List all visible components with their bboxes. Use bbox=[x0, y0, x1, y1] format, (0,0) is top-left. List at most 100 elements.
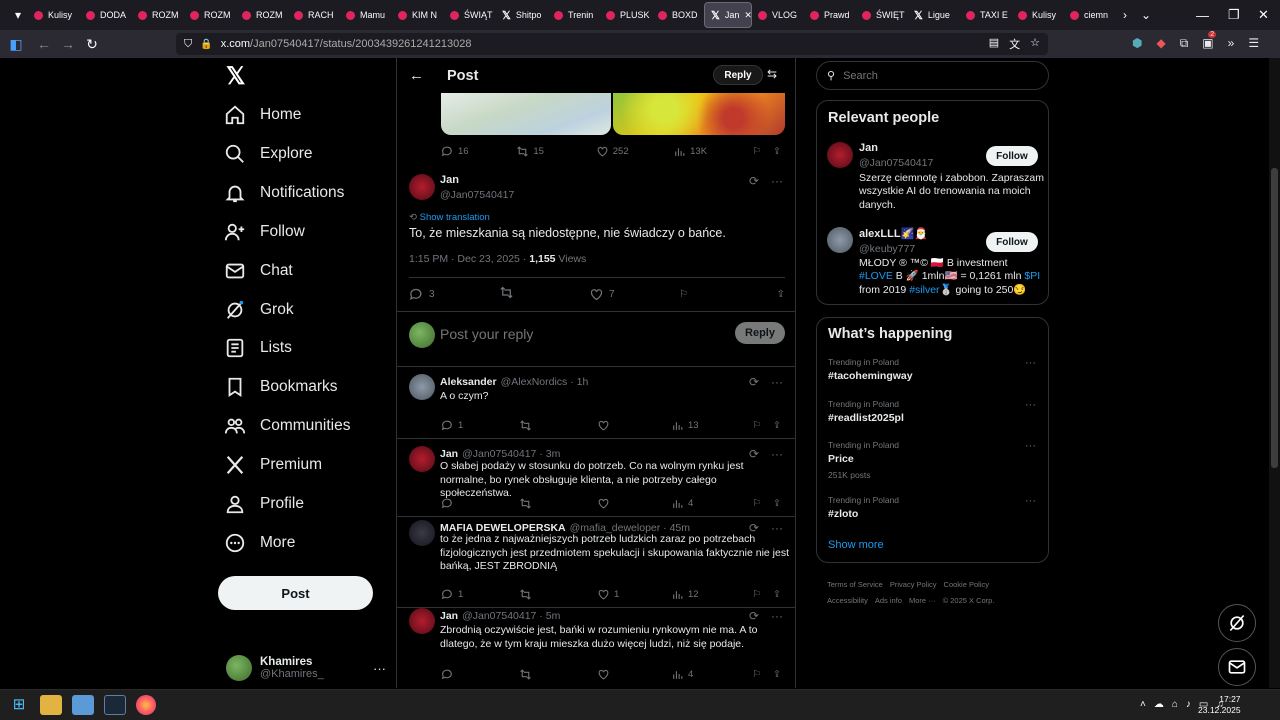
more-icon[interactable]: ··· bbox=[1025, 495, 1036, 507]
footer-link[interactable]: More ··· bbox=[909, 596, 936, 605]
reply-header[interactable]: Aleksander @AlexNordics · 1h bbox=[440, 376, 588, 388]
bookmark-icon[interactable]: ⚐ bbox=[753, 589, 762, 600]
reply-action[interactable]: 16 bbox=[441, 145, 516, 158]
filter-icon[interactable]: ⇆ bbox=[767, 67, 777, 81]
like-action[interactable] bbox=[597, 419, 671, 432]
forward-icon[interactable]: → bbox=[56, 36, 80, 52]
browser-tab[interactable]: RACH bbox=[288, 2, 340, 28]
sidebar-item-notifications[interactable]: Notifications bbox=[224, 175, 394, 211]
post-button[interactable]: Post bbox=[218, 576, 373, 610]
sidebar-item-bookmarks[interactable]: Bookmarks bbox=[224, 369, 394, 405]
browser-tab[interactable]: PLUSK bbox=[600, 2, 652, 28]
sidebar-item-home[interactable]: Home bbox=[224, 97, 394, 133]
avatar[interactable] bbox=[827, 227, 853, 253]
person-link[interactable]: Jan @Jan07540417 bbox=[859, 142, 933, 169]
overflow-icon[interactable]: » bbox=[1228, 36, 1235, 51]
views-action[interactable]: 12 bbox=[671, 588, 751, 601]
search-input[interactable] bbox=[843, 69, 1024, 82]
browser-tab[interactable]: Kulisy bbox=[1012, 2, 1064, 28]
sidebar-item-profile[interactable]: Profile bbox=[224, 486, 394, 522]
repost-action[interactable]: 15 bbox=[516, 145, 595, 158]
like-action[interactable]: 7 bbox=[589, 287, 679, 302]
browser-tab[interactable]: VLOG bbox=[752, 2, 804, 28]
share-icon[interactable]: ⇪ bbox=[777, 289, 785, 300]
share-icon[interactable]: ⇪ bbox=[773, 420, 781, 431]
reply-submit-button[interactable]: Reply bbox=[735, 322, 785, 344]
bookmark-icon[interactable]: ⚐ bbox=[679, 289, 769, 300]
sidebar-item-communities[interactable]: Communities bbox=[224, 408, 394, 444]
like-action[interactable] bbox=[597, 668, 671, 681]
grok-icon[interactable]: ⟳ bbox=[749, 174, 759, 188]
browser-tab[interactable]: Trenin bbox=[548, 2, 600, 28]
account-switcher[interactable]: Khamires @Khamires_ ··· bbox=[226, 648, 386, 688]
back-arrow-icon[interactable]: ← bbox=[409, 67, 429, 84]
more-icon[interactable]: ··· bbox=[771, 447, 783, 461]
views-action[interactable]: 4 bbox=[671, 497, 751, 510]
reply-header[interactable]: Jan @Jan07540417 · 3m bbox=[440, 448, 560, 460]
reload-icon[interactable]: ↻ bbox=[80, 36, 104, 53]
search-box[interactable]: ⚲ bbox=[816, 61, 1049, 90]
browser-tab[interactable]: 𝕏 Shitpo bbox=[496, 2, 548, 28]
share-icon[interactable]: ⇪ bbox=[773, 498, 781, 509]
trend-item[interactable]: Trending in Poland Price 251K posts ··· bbox=[828, 440, 1040, 480]
browser-tab[interactable]: ŚWIĄT bbox=[444, 2, 496, 28]
repost-action[interactable] bbox=[519, 668, 597, 681]
tab-scroll-right-icon[interactable]: › bbox=[1116, 8, 1134, 22]
minimize-button[interactable]: — bbox=[1196, 0, 1209, 30]
grok-icon[interactable]: ⟳ bbox=[749, 447, 759, 461]
share-icon[interactable]: ⇪ bbox=[773, 589, 781, 600]
notifications-icon[interactable]: ▣ 2 bbox=[1202, 31, 1217, 51]
footer-link[interactable]: Privacy Policy bbox=[890, 580, 937, 589]
reader-view-icon[interactable]: ▤ bbox=[989, 36, 999, 52]
like-action[interactable] bbox=[597, 497, 671, 510]
browser-tab[interactable]: DODA bbox=[80, 2, 132, 28]
network-icon[interactable]: ⌂ bbox=[1172, 699, 1178, 710]
sidebar-item-chat[interactable]: Chat bbox=[224, 253, 394, 289]
sidebar-item-follow[interactable]: Follow bbox=[224, 214, 394, 250]
views-action[interactable]: 13K bbox=[673, 145, 752, 158]
reply-header[interactable]: Jan @Jan07540417 · 5m bbox=[440, 610, 560, 622]
views-action[interactable]: 13 bbox=[671, 419, 751, 432]
footer-link[interactable]: Accessibility bbox=[827, 596, 868, 605]
browser-tab[interactable]: 𝕏 Ligue bbox=[908, 2, 960, 28]
sidebar-toggle-icon[interactable]: ◧ bbox=[4, 36, 28, 53]
share-icon[interactable]: ⇪ bbox=[773, 669, 781, 680]
show-translation-link[interactable]: ⟲ Show translation bbox=[409, 212, 490, 223]
more-icon[interactable]: ··· bbox=[373, 661, 386, 676]
more-icon[interactable]: ··· bbox=[1025, 399, 1036, 411]
firefox-icon[interactable] bbox=[136, 695, 156, 715]
x-logo-icon[interactable]: 𝕏 bbox=[226, 62, 245, 91]
browser-tab[interactable]: TAXI E bbox=[960, 2, 1012, 28]
cloud-icon[interactable]: ☁ bbox=[1154, 699, 1164, 710]
reply-action[interactable] bbox=[441, 497, 519, 510]
hashtag-link[interactable]: #silver bbox=[909, 284, 939, 296]
repost-action[interactable] bbox=[499, 285, 589, 303]
sidebar-item-grok[interactable]: Grok bbox=[224, 292, 394, 328]
browser-tab[interactable]: ŚWIĘT bbox=[856, 2, 908, 28]
avatar[interactable] bbox=[409, 174, 435, 200]
grok-fab-button[interactable] bbox=[1218, 604, 1256, 642]
trend-item[interactable]: Trending in Poland #tacohemingway ··· bbox=[828, 357, 1040, 382]
cashtag-link[interactable]: $PI bbox=[1024, 270, 1040, 282]
avatar[interactable] bbox=[409, 374, 435, 400]
person-link[interactable]: alexLLL🌠🎅 @keuby777 bbox=[859, 227, 928, 255]
translate-icon[interactable]: 文 bbox=[1009, 36, 1020, 52]
avatar[interactable] bbox=[409, 446, 435, 472]
tab-list-icon[interactable]: ⌄ bbox=[1134, 8, 1158, 22]
avatar[interactable] bbox=[827, 142, 853, 168]
file-explorer-icon[interactable] bbox=[40, 695, 62, 715]
footer-link[interactable]: Cookie Policy bbox=[944, 580, 989, 589]
browser-tab[interactable]: ROZM bbox=[184, 2, 236, 28]
repost-action[interactable] bbox=[519, 588, 597, 601]
back-icon[interactable]: ← bbox=[32, 36, 56, 52]
avatar[interactable] bbox=[409, 608, 435, 634]
follow-button[interactable]: Follow bbox=[986, 146, 1038, 166]
extension-icon[interactable]: ◆ bbox=[1156, 36, 1165, 51]
extensions-icon[interactable]: ⧉ bbox=[1180, 36, 1189, 51]
browser-tab[interactable]: BOXD bbox=[652, 2, 704, 28]
share-icon[interactable]: ⇪ bbox=[773, 146, 781, 157]
windows-start-icon[interactable]: ⊞ bbox=[8, 695, 30, 715]
menu-icon[interactable]: ☰ bbox=[1248, 36, 1259, 51]
page-scrollbar[interactable] bbox=[1269, 58, 1280, 688]
reply-action[interactable]: 1 bbox=[441, 419, 519, 432]
